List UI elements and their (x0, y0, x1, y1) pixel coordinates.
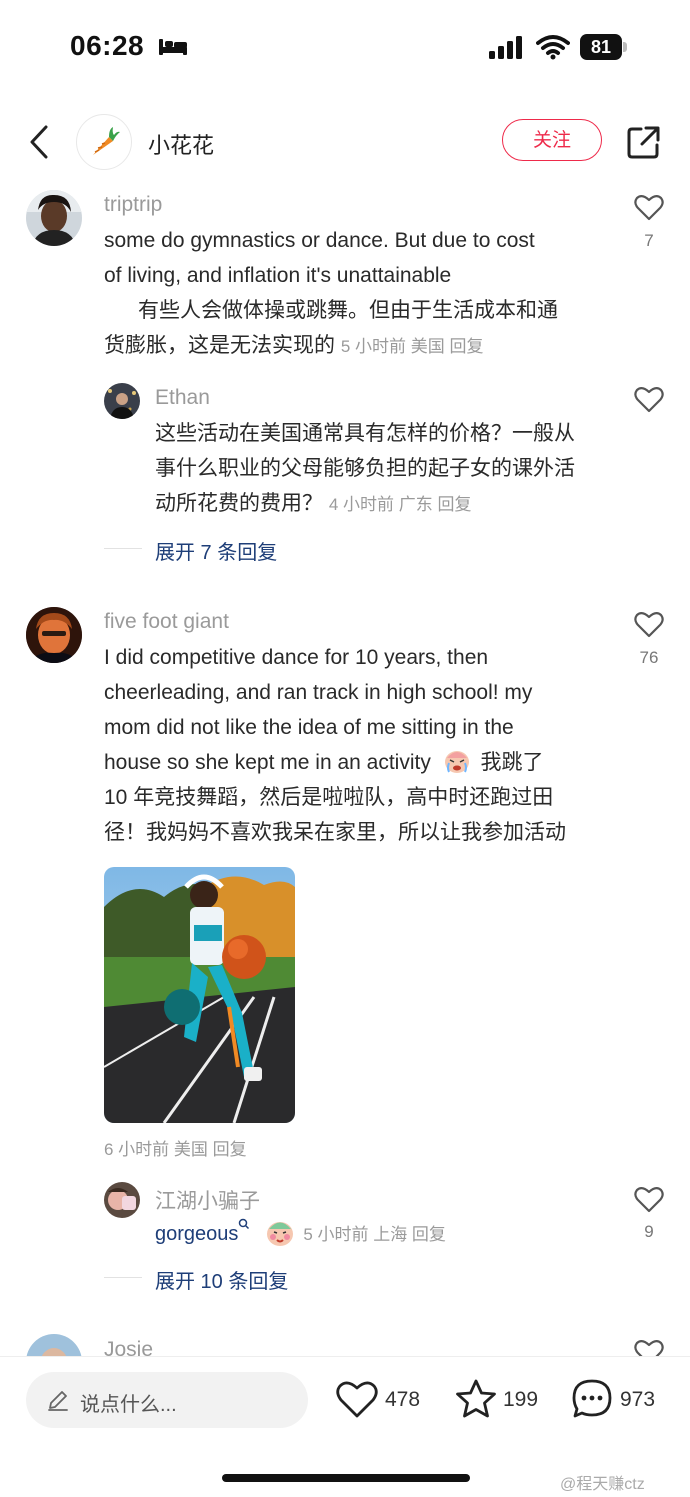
comment-line: cheerleading, and ran track in high scho… (104, 681, 533, 704)
blushing-face-icon (266, 1222, 293, 1246)
reply-text-link[interactable]: gorgeous (155, 1223, 238, 1245)
reply-text-row: gorgeous 5 小时前 上海 回复 (155, 1218, 446, 1247)
comment-meta[interactable]: 6 小时前 美国 回复 (104, 1135, 247, 1160)
comment-line: 我跳了 (480, 751, 544, 774)
avatar[interactable] (26, 190, 82, 246)
search-icon[interactable] (238, 1218, 250, 1232)
avatar[interactable] (26, 607, 82, 663)
reply-meta[interactable]: 5 小时前 上海 回复 (303, 1225, 446, 1244)
reply-line: 这些活动在美国通常具有怎样的价格？一般从 (155, 422, 575, 445)
comment-line: 货膨胀，这是无法实现的 (104, 334, 335, 357)
expand-divider (104, 1277, 142, 1278)
home-indicator[interactable] (222, 1474, 470, 1482)
comment-line: 径！我妈妈不喜欢我呆在家里，所以让我参加活动 (104, 821, 566, 844)
battery-indicator: 81 (580, 34, 628, 60)
heart-icon[interactable] (634, 193, 664, 221)
reply-avatar[interactable] (104, 1182, 140, 1218)
back-icon[interactable] (26, 124, 54, 160)
like-count-total: 478 (385, 1388, 421, 1411)
comment-bubble-icon[interactable] (571, 1378, 613, 1420)
comment-text: some do gymnastics or dance. But due to … (104, 223, 624, 364)
reply-username[interactable]: Ethan (155, 386, 210, 410)
heart-icon[interactable] (634, 1185, 664, 1213)
follow-button[interactable]: 关注 (502, 119, 602, 161)
reply-avatar[interactable] (104, 383, 140, 419)
share-icon[interactable] (626, 124, 662, 160)
status-time: 06:28 (70, 30, 145, 61)
like-count: 76 (639, 648, 659, 667)
expand-divider (104, 548, 142, 549)
heart-icon[interactable] (634, 610, 664, 638)
reply-line: 事什么职业的父母能够负担的起子女的课外活 (155, 457, 575, 480)
collect-count: 199 (503, 1388, 539, 1411)
comment-line: 有些人会做体操或跳舞。但由于生活成本和通 (138, 299, 558, 322)
comment-line-with-emoji: house so she kept me in an activity 我跳了 (104, 745, 624, 780)
comment-username[interactable]: five foot giant (104, 610, 229, 634)
author-avatar[interactable] (76, 114, 132, 170)
watermark: @程天赚ctz (560, 1476, 645, 1493)
crying-face-icon (444, 751, 469, 773)
like-count: 7 (644, 231, 654, 250)
comment-count: 973 (620, 1388, 656, 1411)
like-post-icon[interactable] (336, 1379, 378, 1419)
wifi-icon (536, 35, 570, 60)
comment-text: I did competitive dance for 10 years, th… (104, 640, 624, 850)
comment-line: mom did not like the idea of me sitting … (104, 716, 514, 739)
reply-line-with-meta: 动所花费的费用？ 4 小时前 广东 回复 (155, 486, 625, 522)
expand-replies-button[interactable]: 展开 7 条回复 (155, 536, 277, 565)
comment-line: I did competitive dance for 10 years, th… (104, 646, 489, 669)
comment-input-placeholder[interactable]: 说点什么... (80, 1388, 177, 1417)
battery-level: 81 (580, 34, 622, 60)
heart-icon[interactable] (634, 385, 664, 413)
cellular-signal-icon (489, 36, 522, 59)
star-icon[interactable] (454, 1378, 498, 1420)
comment-line: some do gymnastics or dance. But due to … (104, 229, 535, 252)
reply-username[interactable]: 江湖小骗子 (155, 1185, 260, 1215)
comment-line: of living, and inflation it's unattainab… (104, 264, 452, 287)
pencil-icon (48, 1391, 68, 1411)
author-name[interactable]: 小花花 (148, 128, 214, 160)
comment-meta[interactable]: 5 小时前 美国 回复 (341, 337, 484, 356)
reply-meta[interactable]: 4 小时前 广东 回复 (329, 495, 472, 514)
reply-line: 动所花费的费用？ (155, 492, 323, 515)
comment-image[interactable] (104, 867, 295, 1123)
carrot-icon (93, 127, 120, 155)
comment-line: 10 年竞技舞蹈，然后是啦啦队，高中时还跑过田 (104, 786, 554, 809)
sleep-focus-icon (159, 39, 187, 55)
like-count: 9 (644, 1222, 654, 1241)
reply-text: 这些活动在美国通常具有怎样的价格？一般从 事什么职业的父母能够负担的起子女的课外… (155, 416, 625, 522)
comment-username[interactable]: triptrip (104, 193, 162, 217)
expand-replies-button[interactable]: 展开 10 条回复 (155, 1265, 288, 1294)
comment-line-with-meta: 货膨胀，这是无法实现的 5 小时前 美国 回复 (104, 328, 624, 364)
comment-line: house so she kept me in an activity (104, 751, 431, 774)
